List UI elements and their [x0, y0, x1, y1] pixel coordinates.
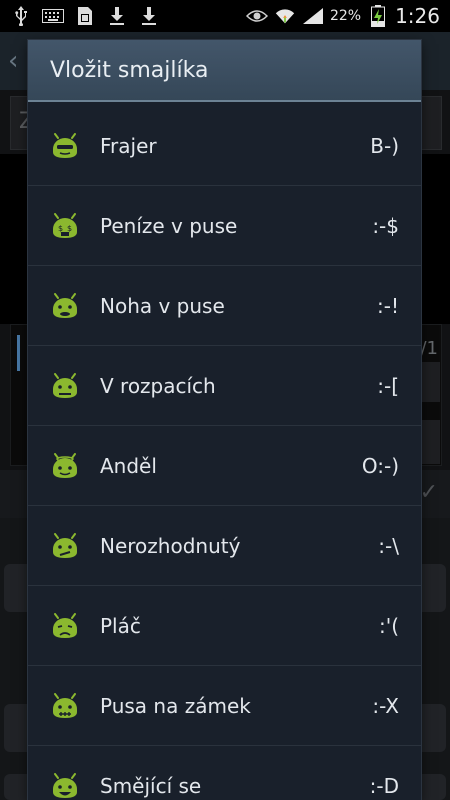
smiley-item-2[interactable]: $ $ Peníze v puse :-$ — [28, 186, 421, 266]
screen: 22% 1:26 ‹ Z /1 ✓ Vložit smajlíka Frajer… — [0, 0, 450, 800]
svg-text:$: $ — [67, 224, 72, 233]
smiley-item-1[interactable]: Frajer B-) — [28, 106, 421, 186]
smiley-item-3[interactable]: Noha v puse :-! — [28, 266, 421, 346]
smiley-code: :'( — [378, 613, 399, 638]
download-icon — [138, 5, 160, 27]
smiley-code: B-) — [370, 133, 399, 158]
dialog-title: Vložit smajlíka — [50, 57, 209, 83]
smiley-item-7[interactable]: Pláč :'( — [28, 586, 421, 666]
smiley-item-4[interactable]: V rozpacích :-[ — [28, 346, 421, 426]
smiley-name: Noha v puse — [100, 293, 225, 318]
dialog-header: Vložit smajlíka — [28, 40, 421, 102]
android-lips-sealed-icon — [50, 691, 80, 721]
smiley-code: O:-) — [361, 453, 399, 478]
battery-icon — [367, 5, 389, 27]
smiley-item-5[interactable]: Anděl O:-) — [28, 426, 421, 506]
smiley-code: :-$ — [372, 213, 399, 238]
insert-smiley-dialog: Vložit smajlíka Frajer B-) $ $ Peníze v p… — [28, 40, 421, 800]
android-laughing-icon — [50, 771, 80, 800]
smiley-item-8[interactable]: Pusa na zámek :-X — [28, 666, 421, 746]
android-money-icon: $ $ — [50, 211, 80, 241]
smiley-name: V rozpacích — [100, 373, 216, 398]
smiley-code: :-! — [377, 293, 399, 318]
smiley-code: :-X — [372, 693, 399, 718]
smiley-name: Peníze v puse — [100, 213, 238, 238]
smiley-name: Frajer — [100, 133, 157, 158]
smiley-code: :-[ — [377, 373, 399, 398]
eye-icon — [245, 5, 268, 27]
smiley-code: :-\ — [378, 533, 399, 558]
smiley-name: Nerozhodnutý — [100, 533, 241, 558]
smiley-name: Pusa na zámek — [100, 693, 251, 718]
battery-percentage: 22% — [329, 8, 362, 24]
status-bar: 22% 1:26 — [0, 0, 450, 32]
clock: 1:26 — [395, 4, 440, 28]
svg-text:$: $ — [58, 224, 63, 233]
wifi-icon — [274, 5, 296, 27]
smiley-name: Smějící se — [100, 773, 202, 798]
smiley-code: :-D — [369, 773, 399, 798]
android-embarrassed-icon — [50, 371, 80, 401]
android-angel-icon — [50, 451, 80, 481]
android-cool-icon — [50, 131, 80, 161]
android-undecided-icon — [50, 531, 80, 561]
sim-icon — [74, 5, 96, 27]
download-icon — [106, 5, 128, 27]
status-system: 22% 1:26 — [245, 4, 440, 28]
status-notifications — [10, 5, 160, 27]
usb-icon — [10, 5, 32, 27]
keyboard-icon — [42, 5, 64, 27]
smiley-item-9[interactable]: Smějící se :-D — [28, 746, 421, 800]
android-cry-icon — [50, 611, 80, 641]
android-foot-icon — [50, 291, 80, 321]
signal-icon — [302, 5, 324, 27]
smiley-name: Anděl — [100, 453, 157, 478]
smiley-item-6[interactable]: Nerozhodnutý :-\ — [28, 506, 421, 586]
smiley-list: Frajer B-) $ $ Peníze v puse :-$ Noha v p… — [28, 106, 421, 800]
smiley-name: Pláč — [100, 613, 141, 638]
